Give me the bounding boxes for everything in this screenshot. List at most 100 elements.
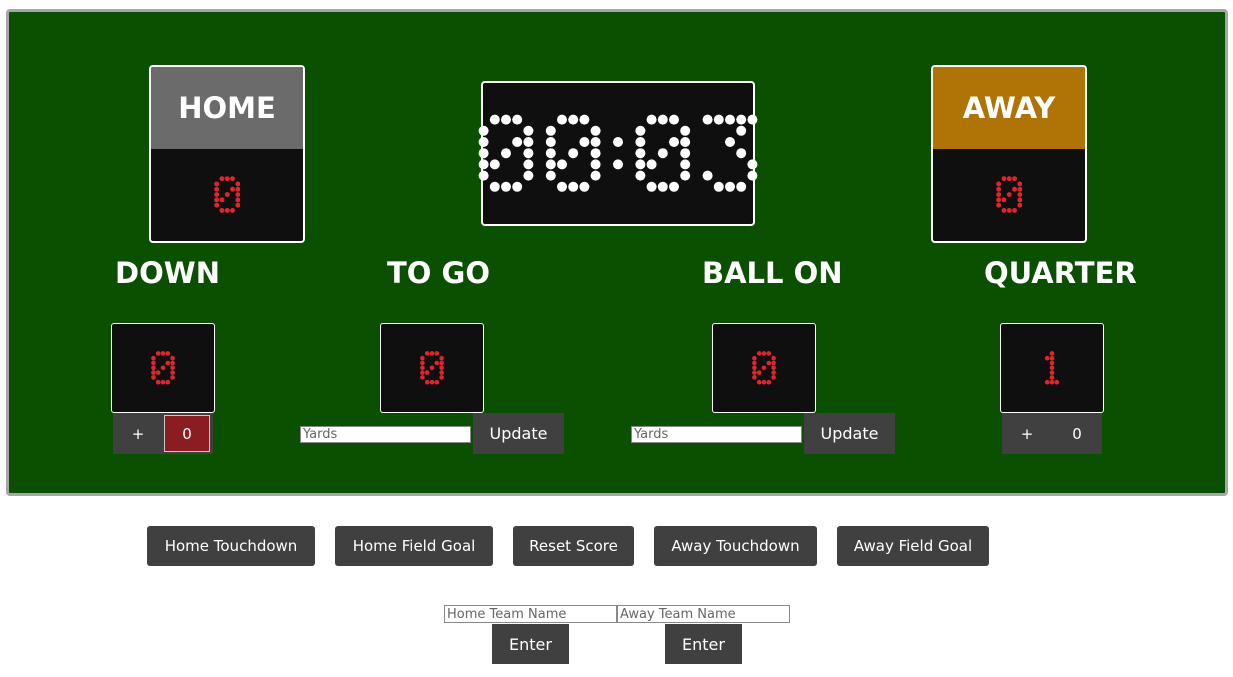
led-dot [523,159,534,170]
led-dot [1006,176,1012,182]
led-dot [747,159,758,170]
reset-score-button[interactable]: Reset Score [513,526,634,566]
led-dot [747,114,758,125]
led-dot [1044,380,1050,385]
led-dot [229,176,235,182]
to-go-yards-input[interactable] [300,426,471,443]
led-dot [439,360,444,366]
led-dot [165,360,171,366]
led-dot [657,182,668,193]
led-dot [590,148,601,159]
quarter-label: QUARTER [984,256,1137,290]
led-dot [545,170,556,181]
led-dot [1001,197,1007,203]
led-dot [235,192,241,198]
away-touchdown-button[interactable]: Away Touchdown [654,526,817,566]
home-team-name-input[interactable] [444,605,617,623]
led-dot [756,380,762,385]
down-plus-button[interactable]: + [113,413,163,454]
led-dot [478,137,489,148]
led-dot [995,197,1001,203]
led-dot [613,137,623,148]
led-dot [1001,176,1007,182]
led-dot [151,360,156,366]
led-dot [579,182,590,193]
led-dot [680,148,691,159]
led-dot [761,365,767,371]
led-dot [725,114,735,125]
led-dot [224,208,230,214]
home-score-display [151,149,303,241]
led-dot [1049,380,1055,385]
away-team-name-input[interactable] [617,605,790,623]
led-dot [489,114,500,125]
led-dot [429,351,435,356]
led-dot [170,365,175,371]
led-dot [439,375,444,380]
away-name-enter-button[interactable]: Enter [665,624,742,664]
led-dot [680,137,691,148]
led-dot [736,126,747,137]
led-dot [224,176,230,182]
led-dot [752,356,757,361]
to-go-update-button[interactable]: Update [473,413,564,454]
led-dot [680,170,691,181]
led-dot [1017,187,1023,193]
led-dot [590,170,601,181]
led-dot [761,380,767,385]
led-dot [213,187,219,193]
home-field-goal-button[interactable]: Home Field Goal [335,526,493,566]
led-dot [151,356,156,361]
led-dot [736,114,747,125]
home-team-name: HOME [151,67,303,149]
led-dot [420,356,425,361]
led-dot [424,351,430,356]
ball-on-update-button[interactable]: Update [804,413,895,454]
ball-on-digits [752,351,776,385]
led-dot [1044,356,1050,361]
led-dot [1017,203,1023,209]
led-dot [752,370,757,376]
led-dot [229,187,235,193]
led-dot [155,351,161,356]
led-dot [170,360,175,366]
led-dot [725,182,735,193]
led-dot [568,148,579,159]
led-dot [165,351,171,356]
led-dot [523,170,534,181]
game-clock-digits-char-3 [635,114,691,193]
led-dot [420,360,425,366]
led-dot [213,181,219,187]
home-name-enter-button[interactable]: Enter [492,624,569,664]
quarter-digits-svg [1044,351,1060,385]
led-dot [702,114,713,125]
home-touchdown-button[interactable]: Home Touchdown [147,526,315,566]
led-dot [420,370,425,376]
away-field-goal-button[interactable]: Away Field Goal [837,526,989,566]
led-dot [489,159,500,170]
led-dot [478,170,489,181]
led-dot [579,137,590,148]
led-dot [756,351,762,356]
down-label: DOWN [115,256,220,290]
to-go-digits [420,351,444,385]
led-dot [478,148,489,159]
led-dot [657,148,668,159]
led-dot [151,365,156,371]
led-dot [1006,208,1012,214]
led-dot [590,159,601,170]
quarter-digits-char-0 [1044,351,1060,385]
led-dot [545,126,556,137]
led-dot [219,197,225,203]
led-dot [646,182,657,193]
home-score-digits-char-0 [213,176,241,214]
down-digits [151,351,175,385]
led-dot [429,380,435,385]
quarter-plus-button[interactable]: + [1002,413,1052,454]
led-dot [725,137,735,148]
led-dot [523,126,534,137]
game-clock [478,81,758,226]
led-dot [680,159,691,170]
ball-on-yards-input[interactable] [631,426,802,443]
quarter-counter: 0 [1072,424,1082,443]
